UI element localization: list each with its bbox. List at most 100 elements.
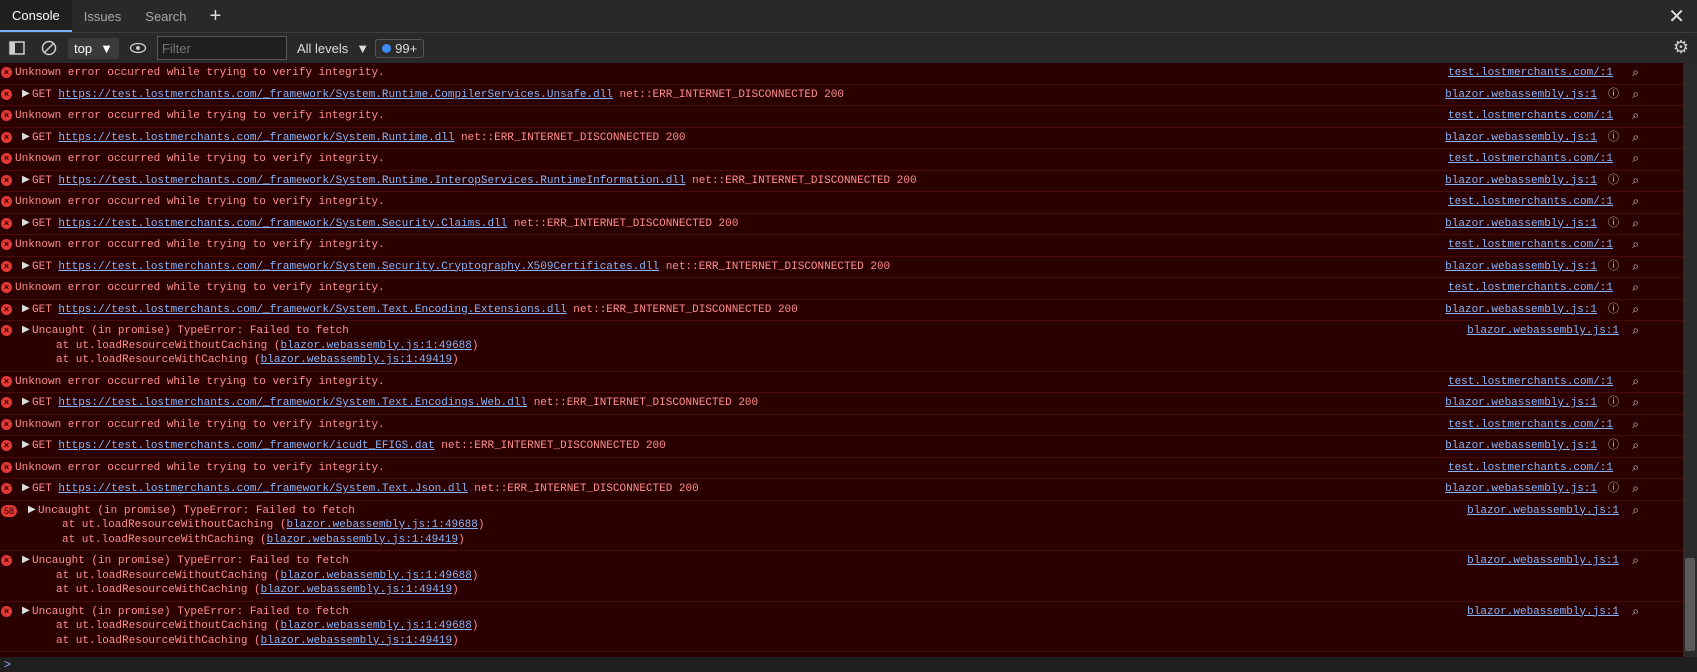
search-icon[interactable]: ⌕ — [1632, 482, 1639, 497]
log-source-link[interactable]: test.lostmerchants.com/:1 — [1448, 238, 1613, 253]
expand-triangle-icon[interactable]: ▶ — [22, 439, 30, 454]
expand-triangle-icon[interactable]: ▶ — [22, 482, 30, 497]
tab-search[interactable]: Search — [133, 0, 198, 32]
log-source-link[interactable]: test.lostmerchants.com/:1 — [1448, 109, 1613, 124]
expand-triangle-icon[interactable]: ▶ — [22, 260, 30, 275]
expand-triangle-icon[interactable]: ▶ — [22, 605, 30, 620]
search-icon[interactable]: ⌕ — [1632, 504, 1639, 519]
expand-triangle-icon[interactable]: ▶ — [22, 174, 30, 189]
network-info-icon[interactable]: ⓘ — [1608, 396, 1619, 411]
eye-icon[interactable] — [125, 35, 151, 61]
expand-triangle-icon[interactable]: ▶ — [22, 554, 30, 569]
filter-input[interactable] — [156, 36, 287, 60]
tab-console[interactable]: Console — [0, 0, 72, 32]
network-info-icon[interactable]: ⓘ — [1608, 303, 1619, 318]
network-info-icon[interactable]: ⓘ — [1608, 217, 1619, 232]
scrollbar-thumb[interactable] — [1685, 558, 1695, 651]
console-log[interactable]: × Unknown error occurred while trying to … — [0, 63, 1683, 657]
levels-dropdown[interactable]: All levels ▼ — [297, 41, 369, 56]
context-selector[interactable]: top ▼ — [68, 37, 119, 59]
network-info-icon[interactable]: ⓘ — [1608, 260, 1619, 275]
log-source-link[interactable]: blazor.webassembly.js:1 — [1467, 324, 1619, 339]
log-source-link[interactable]: test.lostmerchants.com/:1 — [1448, 66, 1613, 81]
sidebar-toggle-icon[interactable] — [4, 35, 30, 61]
log-source-link[interactable]: blazor.webassembly.js:1 — [1445, 174, 1597, 189]
log-source-link[interactable]: blazor.webassembly.js:1 — [1467, 504, 1619, 519]
search-icon[interactable]: ⌕ — [1632, 554, 1639, 569]
request-url-link[interactable]: https://test.lostmerchants.com/_framewor… — [58, 483, 467, 495]
stack-link[interactable]: blazor.webassembly.js:1:49688 — [280, 570, 471, 582]
search-icon[interactable]: ⌕ — [1632, 238, 1639, 253]
search-icon[interactable]: ⌕ — [1632, 461, 1639, 476]
stack-link[interactable]: blazor.webassembly.js:1:49419 — [261, 635, 452, 647]
stack-link[interactable]: blazor.webassembly.js:1:49688 — [286, 519, 477, 531]
stack-link[interactable]: blazor.webassembly.js:1:49688 — [280, 620, 471, 632]
log-source-link[interactable]: test.lostmerchants.com/:1 — [1448, 195, 1613, 210]
network-info-icon[interactable]: ⓘ — [1608, 131, 1619, 146]
expand-triangle-icon[interactable]: ▶ — [22, 88, 30, 103]
stack-link[interactable]: blazor.webassembly.js:1:49419 — [261, 354, 452, 366]
search-icon[interactable]: ⌕ — [1632, 439, 1639, 454]
expand-triangle-icon[interactable]: ▶ — [22, 217, 30, 232]
search-icon[interactable]: ⌕ — [1632, 217, 1639, 232]
log-source-link[interactable]: blazor.webassembly.js:1 — [1445, 88, 1597, 103]
log-source-link[interactable]: blazor.webassembly.js:1 — [1467, 605, 1619, 620]
request-url-link[interactable]: https://test.lostmerchants.com/_framewor… — [58, 89, 613, 101]
log-source-link[interactable]: blazor.webassembly.js:1 — [1445, 439, 1597, 454]
log-source-link[interactable]: blazor.webassembly.js:1 — [1445, 217, 1597, 232]
expand-triangle-icon[interactable]: ▶ — [22, 303, 30, 318]
network-info-icon[interactable]: ⓘ — [1608, 174, 1619, 189]
search-icon[interactable]: ⌕ — [1632, 281, 1639, 296]
clear-console-icon[interactable] — [36, 35, 62, 61]
search-icon[interactable]: ⌕ — [1632, 131, 1639, 146]
stack-link[interactable]: blazor.webassembly.js:1:49419 — [267, 534, 458, 546]
request-url-link[interactable]: https://test.lostmerchants.com/_framewor… — [58, 218, 507, 230]
log-source-link[interactable]: blazor.webassembly.js:1 — [1445, 482, 1597, 497]
stack-link[interactable]: blazor.webassembly.js:1:49419 — [261, 584, 452, 596]
search-icon[interactable]: ⌕ — [1632, 324, 1639, 339]
scrollbar[interactable] — [1683, 63, 1697, 657]
log-source-link[interactable]: test.lostmerchants.com/:1 — [1448, 461, 1613, 476]
search-icon[interactable]: ⌕ — [1632, 375, 1639, 390]
request-url-link[interactable]: https://test.lostmerchants.com/_framewor… — [58, 175, 685, 187]
search-icon[interactable]: ⌕ — [1632, 605, 1639, 620]
expand-triangle-icon[interactable]: ▶ — [22, 131, 30, 146]
console-prompt[interactable]: > — [0, 657, 1697, 672]
log-source-link[interactable]: blazor.webassembly.js:1 — [1445, 396, 1597, 411]
tab-issues[interactable]: Issues — [72, 0, 134, 32]
network-info-icon[interactable]: ⓘ — [1608, 482, 1619, 497]
stack-link[interactable]: blazor.webassembly.js:1:49688 — [280, 340, 471, 352]
expand-triangle-icon[interactable]: ▶ — [22, 324, 30, 339]
log-source-link[interactable]: test.lostmerchants.com/:1 — [1448, 375, 1613, 390]
log-source-link[interactable]: blazor.webassembly.js:1 — [1445, 260, 1597, 275]
close-icon[interactable]: ✕ — [1668, 4, 1685, 29]
issues-badge[interactable]: 99+ — [375, 38, 425, 58]
request-url-link[interactable]: https://test.lostmerchants.com/_framewor… — [58, 440, 434, 452]
search-icon[interactable]: ⌕ — [1632, 260, 1639, 275]
request-url-link[interactable]: https://test.lostmerchants.com/_framewor… — [58, 397, 527, 409]
request-url-link[interactable]: https://test.lostmerchants.com/_framewor… — [58, 261, 659, 273]
request-url-link[interactable]: https://test.lostmerchants.com/_framewor… — [58, 132, 454, 144]
network-info-icon[interactable]: ⓘ — [1608, 88, 1619, 103]
search-icon[interactable]: ⌕ — [1632, 418, 1639, 433]
search-icon[interactable]: ⌕ — [1632, 195, 1639, 210]
log-source-link[interactable]: blazor.webassembly.js:1 — [1467, 554, 1619, 569]
log-source-link[interactable]: test.lostmerchants.com/:1 — [1448, 418, 1613, 433]
search-icon[interactable]: ⌕ — [1632, 88, 1639, 103]
search-icon[interactable]: ⌕ — [1632, 66, 1639, 81]
add-tab-icon[interactable]: + — [198, 0, 232, 32]
expand-triangle-icon[interactable]: ▶ — [28, 504, 36, 519]
request-url-link[interactable]: https://test.lostmerchants.com/_framewor… — [58, 304, 566, 316]
log-source-link[interactable]: test.lostmerchants.com/:1 — [1448, 281, 1613, 296]
gear-icon[interactable]: ⚙ — [1673, 37, 1689, 58]
log-source-link[interactable]: blazor.webassembly.js:1 — [1445, 131, 1597, 146]
network-info-icon[interactable]: ⓘ — [1608, 439, 1619, 454]
search-icon[interactable]: ⌕ — [1632, 174, 1639, 189]
search-icon[interactable]: ⌕ — [1632, 303, 1639, 318]
log-source-link[interactable]: test.lostmerchants.com/:1 — [1448, 152, 1613, 167]
search-icon[interactable]: ⌕ — [1632, 152, 1639, 167]
search-icon[interactable]: ⌕ — [1632, 109, 1639, 124]
expand-triangle-icon[interactable]: ▶ — [22, 396, 30, 411]
log-source-link[interactable]: blazor.webassembly.js:1 — [1445, 303, 1597, 318]
search-icon[interactable]: ⌕ — [1632, 396, 1639, 411]
